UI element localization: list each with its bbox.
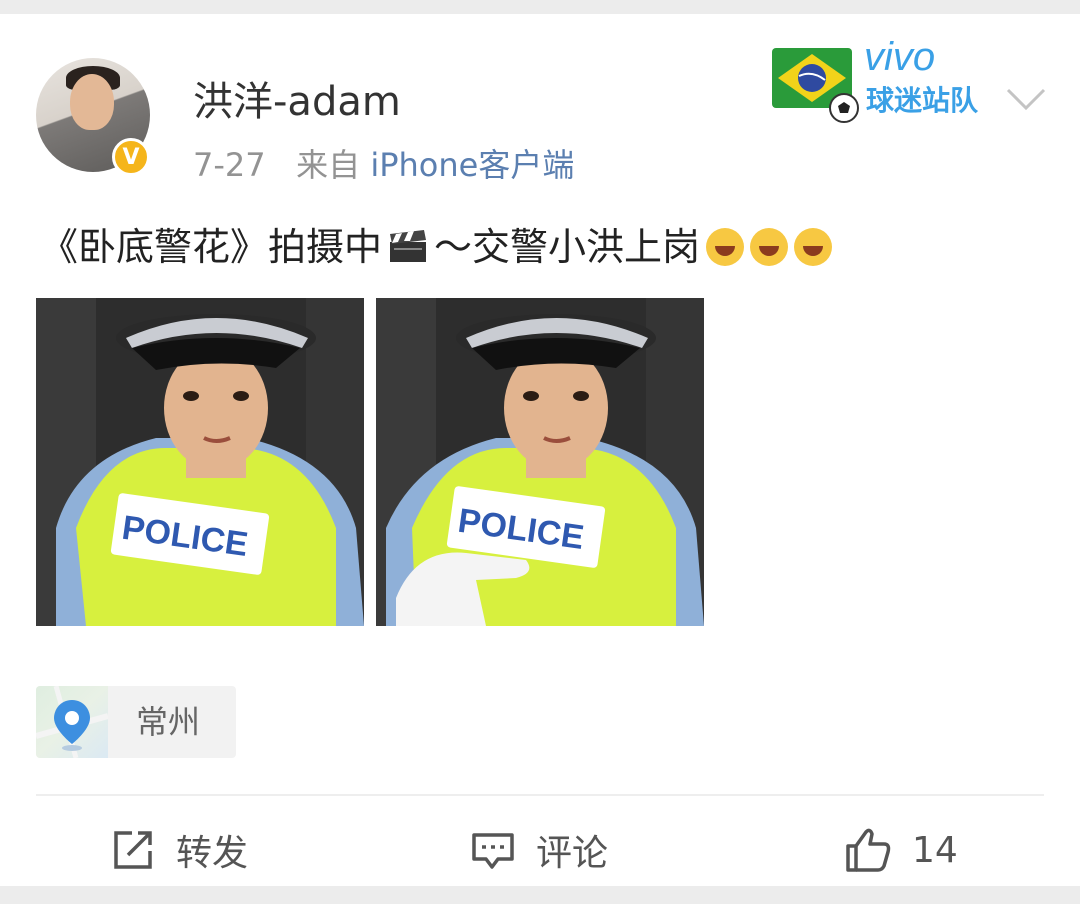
comment-label: 评论 bbox=[536, 833, 609, 874]
vivo-fan-badge[interactable]: vivo 球迷站队 bbox=[766, 32, 996, 128]
post-text-part2: ～交警小洪上岗 bbox=[434, 225, 701, 269]
comment-button[interactable]: 评论 bbox=[470, 820, 608, 880]
post-photo-1[interactable]: POLICE bbox=[36, 298, 364, 626]
location-label: 常州 bbox=[136, 703, 201, 741]
post-text-part1: 《卧底警花》拍摄中 bbox=[40, 225, 383, 269]
chevron-down-icon[interactable] bbox=[1004, 80, 1048, 116]
like-count: 14 bbox=[912, 829, 958, 871]
like-button[interactable]: 14 bbox=[844, 820, 958, 880]
post-meta: 7-27 来自 iPhone客户端 bbox=[193, 144, 574, 186]
laugh-cry-emoji-icon bbox=[750, 228, 789, 266]
badge-caption: 球迷站队 bbox=[866, 84, 979, 117]
laugh-cry-emoji-icon bbox=[706, 228, 745, 266]
source-prefix: 来自 bbox=[296, 146, 361, 184]
repost-icon bbox=[114, 831, 152, 869]
laugh-cry-emoji-icon bbox=[794, 228, 833, 266]
post-text: 《卧底警花》拍摄中 ～交警小洪上岗 bbox=[40, 219, 833, 275]
weibo-post-card: V 洪洋-adam 7-27 来自 iPhone客户端 vivo 球迷站队 《卧… bbox=[0, 14, 1080, 886]
verified-icon: V bbox=[112, 138, 150, 176]
repost-button[interactable]: 转发 bbox=[110, 820, 248, 880]
location-pin-icon bbox=[36, 686, 109, 758]
like-icon bbox=[846, 828, 891, 872]
vivo-logo-text: vivo bbox=[864, 35, 935, 79]
post-photo-2[interactable]: POLICE bbox=[376, 298, 704, 626]
repost-label: 转发 bbox=[176, 833, 249, 874]
post-source-link[interactable]: iPhone客户端 bbox=[370, 146, 574, 184]
soccer-ball-icon bbox=[829, 93, 859, 123]
post-date: 7-27 bbox=[193, 146, 266, 184]
location-tag[interactable]: 常州 bbox=[36, 686, 236, 758]
clapperboard-icon bbox=[390, 230, 427, 262]
map-thumbnail bbox=[36, 686, 109, 758]
comment-icon bbox=[472, 833, 514, 869]
avatar-face bbox=[70, 74, 114, 130]
username[interactable]: 洪洋-adam bbox=[193, 76, 401, 128]
divider bbox=[36, 794, 1044, 796]
